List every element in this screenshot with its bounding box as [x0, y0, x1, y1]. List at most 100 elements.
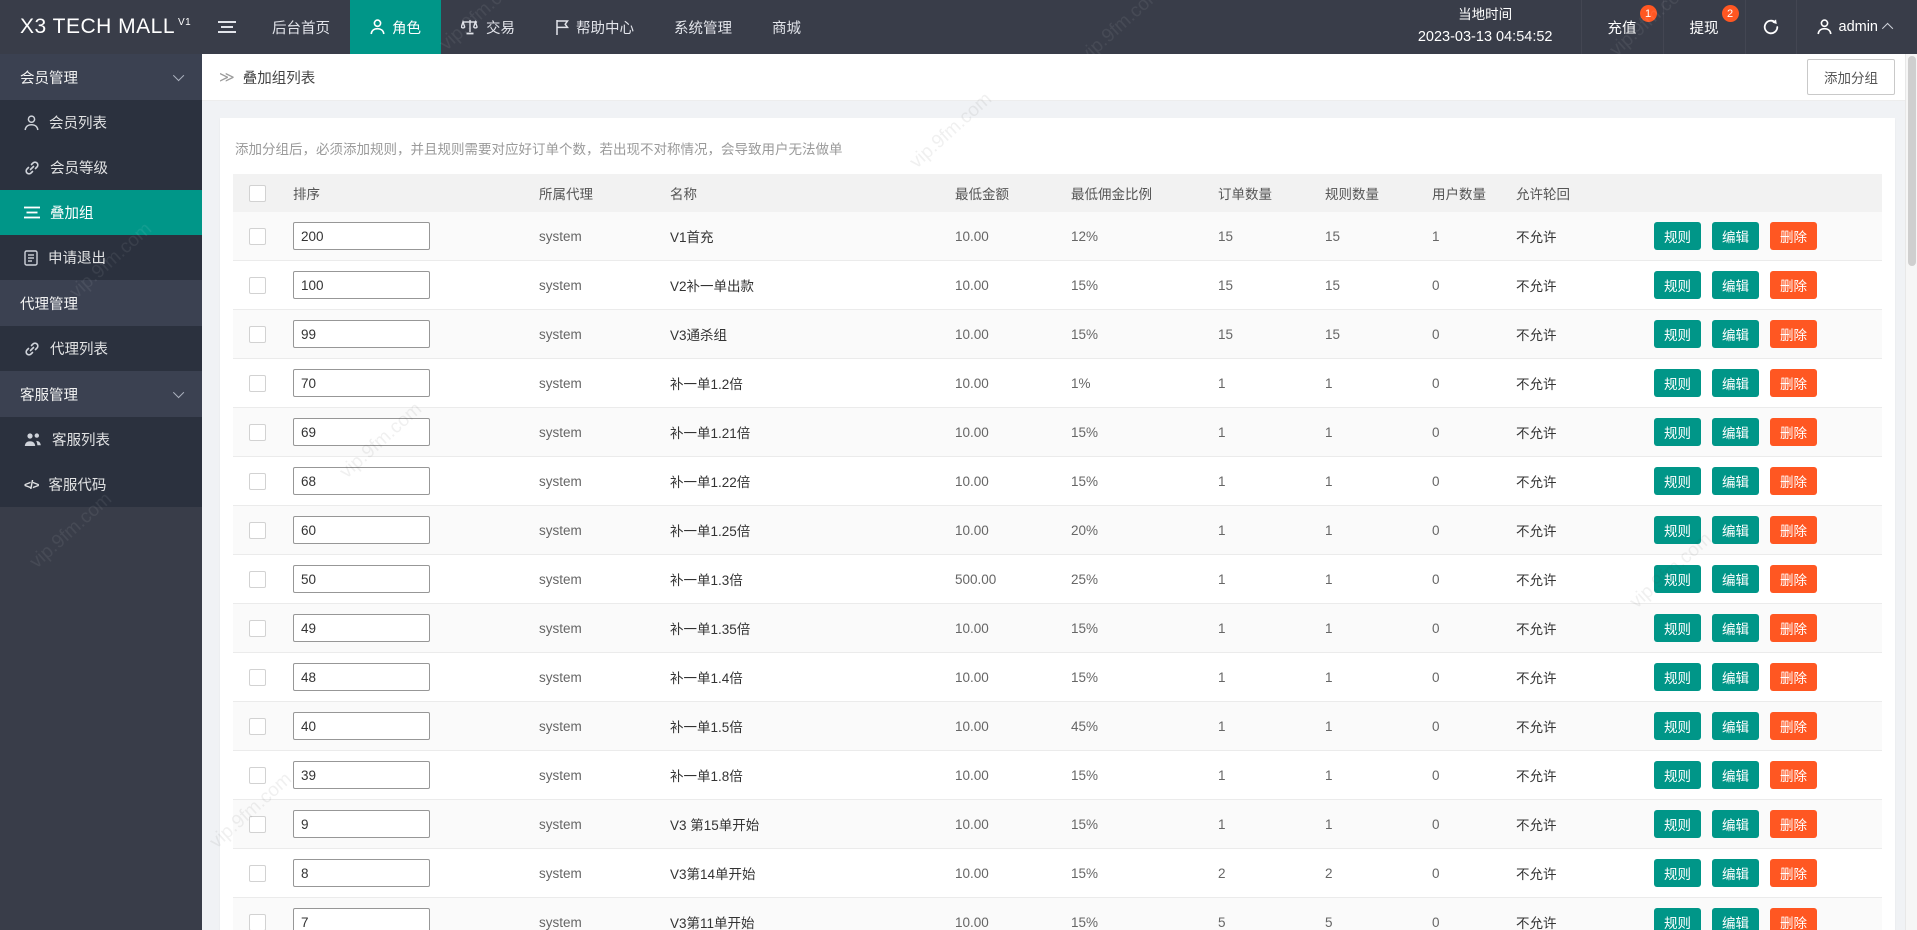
sort-input[interactable]: [293, 614, 430, 642]
edit-button[interactable]: 编辑: [1712, 663, 1759, 691]
sidebar-section-service-management[interactable]: 客服管理: [0, 371, 202, 417]
edit-button[interactable]: 编辑: [1712, 908, 1759, 930]
delete-button[interactable]: 删除: [1770, 418, 1817, 446]
sidebar-item-stack-group[interactable]: 叠加组: [0, 190, 202, 235]
delete-button[interactable]: 删除: [1770, 271, 1817, 299]
sidebar-section-member-management[interactable]: 会员管理: [0, 54, 202, 100]
sidebar-item-service-code[interactable]: </> 客服代码: [0, 462, 202, 507]
row-checkbox[interactable]: [249, 473, 266, 490]
nav-item-help-center[interactable]: 帮助中心: [535, 0, 654, 54]
sidebar-item-apply-exit[interactable]: 申请退出: [0, 235, 202, 280]
row-checkbox[interactable]: [249, 865, 266, 882]
edit-button[interactable]: 编辑: [1712, 516, 1759, 544]
logo-version: V1: [178, 17, 191, 28]
row-checkbox[interactable]: [249, 424, 266, 441]
delete-button[interactable]: 删除: [1770, 614, 1817, 642]
add-group-button[interactable]: 添加分组: [1807, 59, 1895, 95]
scrollbar-thumb[interactable]: [1908, 56, 1916, 266]
delete-button[interactable]: 删除: [1770, 712, 1817, 740]
sort-input[interactable]: [293, 467, 430, 495]
sort-input[interactable]: [293, 271, 430, 299]
sort-input[interactable]: [293, 565, 430, 593]
sidebar-item-service-list[interactable]: 客服列表: [0, 417, 202, 462]
sidebar-section-agent-management[interactable]: 代理管理: [0, 280, 202, 326]
row-checkbox[interactable]: [249, 375, 266, 392]
rule-button[interactable]: 规则: [1654, 222, 1701, 250]
rule-button[interactable]: 规则: [1654, 271, 1701, 299]
edit-button[interactable]: 编辑: [1712, 369, 1759, 397]
edit-button[interactable]: 编辑: [1712, 222, 1759, 250]
rule-button[interactable]: 规则: [1654, 663, 1701, 691]
edit-button[interactable]: 编辑: [1712, 320, 1759, 348]
rule-button[interactable]: 规则: [1654, 712, 1701, 740]
rule-button[interactable]: 规则: [1654, 320, 1701, 348]
row-checkbox[interactable]: [249, 816, 266, 833]
sidebar-item-agent-list[interactable]: 代理列表: [0, 326, 202, 371]
row-checkbox[interactable]: [249, 277, 266, 294]
rule-button[interactable]: 规则: [1654, 418, 1701, 446]
sort-input[interactable]: [293, 418, 430, 446]
row-checkbox[interactable]: [249, 767, 266, 784]
sort-input[interactable]: [293, 810, 430, 838]
delete-button[interactable]: 删除: [1770, 516, 1817, 544]
rule-button[interactable]: 规则: [1654, 761, 1701, 789]
sort-input[interactable]: [293, 516, 430, 544]
nav-item-trade[interactable]: 交易: [441, 0, 535, 54]
delete-button[interactable]: 删除: [1770, 810, 1817, 838]
admin-menu[interactable]: admin: [1796, 0, 1917, 54]
sort-input[interactable]: [293, 761, 430, 789]
sort-input[interactable]: [293, 369, 430, 397]
rule-button[interactable]: 规则: [1654, 565, 1701, 593]
sidebar-item-member-level[interactable]: 会员等级: [0, 145, 202, 190]
sort-input[interactable]: [293, 859, 430, 887]
row-checkbox[interactable]: [249, 914, 266, 930]
nav-item-home[interactable]: 后台首页: [252, 0, 350, 54]
delete-button[interactable]: 删除: [1770, 565, 1817, 593]
edit-button[interactable]: 编辑: [1712, 271, 1759, 299]
delete-button[interactable]: 删除: [1770, 908, 1817, 930]
sort-input[interactable]: [293, 320, 430, 348]
delete-button[interactable]: 删除: [1770, 859, 1817, 887]
nav-item-system[interactable]: 系统管理: [654, 0, 752, 54]
edit-button[interactable]: 编辑: [1712, 418, 1759, 446]
hamburger-button[interactable]: [202, 0, 252, 54]
withdraw-button[interactable]: 提现 2: [1663, 0, 1745, 54]
rule-button[interactable]: 规则: [1654, 614, 1701, 642]
rule-button[interactable]: 规则: [1654, 467, 1701, 495]
rule-button[interactable]: 规则: [1654, 859, 1701, 887]
rule-button[interactable]: 规则: [1654, 908, 1701, 930]
delete-button[interactable]: 删除: [1770, 222, 1817, 250]
delete-button[interactable]: 删除: [1770, 761, 1817, 789]
delete-button[interactable]: 删除: [1770, 369, 1817, 397]
row-checkbox[interactable]: [249, 620, 266, 637]
edit-button[interactable]: 编辑: [1712, 467, 1759, 495]
nav-item-mall[interactable]: 商城: [752, 0, 821, 54]
delete-button[interactable]: 删除: [1770, 663, 1817, 691]
edit-button[interactable]: 编辑: [1712, 761, 1759, 789]
rule-button[interactable]: 规则: [1654, 810, 1701, 838]
row-checkbox[interactable]: [249, 669, 266, 686]
delete-button[interactable]: 删除: [1770, 467, 1817, 495]
delete-button[interactable]: 删除: [1770, 320, 1817, 348]
select-all-checkbox[interactable]: [249, 185, 266, 202]
row-checkbox[interactable]: [249, 718, 266, 735]
sort-input[interactable]: [293, 712, 430, 740]
edit-button[interactable]: 编辑: [1712, 859, 1759, 887]
sidebar-item-member-list[interactable]: 会员列表: [0, 100, 202, 145]
row-checkbox[interactable]: [249, 326, 266, 343]
sort-input[interactable]: [293, 222, 430, 250]
row-checkbox[interactable]: [249, 522, 266, 539]
row-checkbox[interactable]: [249, 228, 266, 245]
edit-button[interactable]: 编辑: [1712, 565, 1759, 593]
refresh-button[interactable]: [1745, 0, 1796, 54]
edit-button[interactable]: 编辑: [1712, 810, 1759, 838]
edit-button[interactable]: 编辑: [1712, 614, 1759, 642]
rule-button[interactable]: 规则: [1654, 369, 1701, 397]
nav-item-role[interactable]: 角色: [350, 0, 441, 54]
recharge-button[interactable]: 充值 1: [1581, 0, 1663, 54]
row-checkbox[interactable]: [249, 571, 266, 588]
sort-input[interactable]: [293, 663, 430, 691]
rule-button[interactable]: 规则: [1654, 516, 1701, 544]
edit-button[interactable]: 编辑: [1712, 712, 1759, 740]
sort-input[interactable]: [293, 908, 430, 930]
